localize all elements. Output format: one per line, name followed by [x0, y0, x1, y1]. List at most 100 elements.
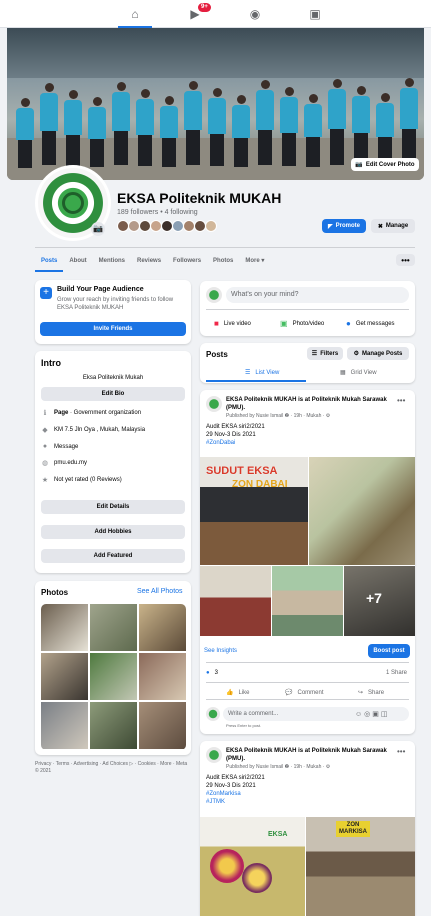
share-count[interactable]: 1 Share — [386, 670, 407, 676]
intro-details: ℹ Page · Government organization ◆ KM 7.5 J… — [41, 409, 185, 493]
more-options-button[interactable]: ••• — [396, 254, 415, 266]
edit-cover-button[interactable]: 📷 Edit Cover Photo — [351, 158, 419, 171]
intro-item[interactable]: ● Message — [41, 443, 185, 450]
camera-icon[interactable]: 📷 — [91, 222, 105, 236]
see-all-photos-link[interactable]: See All Photos — [137, 588, 183, 595]
photo-icon: ▣ — [280, 319, 288, 328]
photo-thumbnail[interactable] — [139, 653, 186, 700]
add-hobbies-button[interactable]: Add Hobbies — [41, 525, 185, 539]
groups-icon[interactable]: ◉ — [248, 7, 262, 21]
tab-reviews[interactable]: Reviews — [131, 250, 167, 272]
intro-item: ◆ KM 7.5 Jln Oya , Mukah, Malaysia — [41, 426, 185, 434]
photo-thumbnail[interactable] — [139, 702, 186, 749]
more-photos-count[interactable]: +7 — [366, 590, 382, 606]
see-insights-link[interactable]: See Insights — [204, 648, 237, 654]
promote-button[interactable]: ◤ Promote — [322, 219, 366, 233]
star-icon: ★ — [41, 477, 49, 484]
person-figure — [15, 98, 35, 168]
add-icon: + — [40, 287, 52, 299]
photo-thumbnail[interactable] — [90, 702, 137, 749]
post-options-icon[interactable]: ••• — [397, 396, 405, 405]
person-figure — [183, 81, 203, 168]
chevron-down-icon: ▾ — [259, 258, 265, 264]
live-video-button[interactable]: ■ Live video — [214, 319, 251, 328]
photo-thumbnail[interactable] — [90, 653, 137, 700]
follower-stats[interactable]: 189 followers • 4 following — [117, 209, 198, 216]
post-header[interactable]: EKSA Politeknik MUKAH is at Politeknik M… — [226, 396, 391, 412]
photos-grid — [41, 604, 186, 750]
list-icon: ☰ — [245, 370, 251, 376]
follower-avatar[interactable] — [205, 220, 217, 232]
intro-item-text: Not yet rated (0 Reviews) — [54, 477, 122, 483]
list-view-tab[interactable]: ☰ List View — [245, 369, 279, 377]
active-view-indicator — [206, 380, 306, 382]
post-photo[interactable]: +7 — [344, 566, 415, 636]
post-photo[interactable] — [309, 457, 415, 565]
comment-button[interactable]: 💬 Comment — [285, 689, 324, 697]
camera-icon: 📷 — [355, 162, 363, 168]
grid-view-tab[interactable]: ▦ Grid View — [340, 369, 377, 377]
reaction-count[interactable]: ● 3 — [206, 670, 218, 676]
photo-thumbnail[interactable] — [41, 653, 88, 700]
composer-card: What's on your mind? ■ Live video ▣ Photo/… — [200, 281, 415, 336]
post-photo[interactable]: EKSA — [200, 817, 305, 916]
tab-mentions[interactable]: Mentions — [93, 250, 131, 272]
cover-photo[interactable]: 📷 Edit Cover Photo — [7, 28, 424, 180]
post-photo[interactable] — [200, 566, 271, 636]
divider — [206, 662, 409, 663]
tab-more[interactable]: More ▾ — [239, 250, 270, 272]
tab-followers[interactable]: Followers — [167, 250, 207, 272]
add-featured-button[interactable]: Add Featured — [41, 549, 185, 563]
edit-bio-button[interactable]: Edit Bio — [41, 387, 185, 401]
top-navigation: ⌂ ▶ 9+ ◉ ▣ — [0, 0, 431, 28]
post-photo[interactable]: ZON MARKISA — [306, 817, 415, 916]
avatar[interactable] — [206, 396, 222, 412]
invite-friends-button[interactable]: Invite Friends — [40, 322, 186, 336]
divider — [206, 682, 409, 683]
photo-thumbnail[interactable] — [41, 604, 88, 651]
build-audience-card: + Build Your Page Audience Grow your rea… — [35, 280, 191, 344]
globe-icon: ◍ — [41, 460, 49, 467]
comment-tools-icons[interactable]: ☺◎▣◫ — [355, 710, 389, 718]
photo-video-button[interactable]: ▣ Photo/video — [280, 319, 324, 328]
divider — [35, 247, 415, 248]
hashtag-link[interactable]: #ZonDabai — [206, 439, 265, 447]
person-figure — [303, 94, 323, 168]
person-figure — [279, 87, 299, 168]
intro-item-text: KM 7.5 Jln Oya , Mukah, Malaysia — [54, 427, 145, 433]
photo-thumbnail[interactable] — [41, 702, 88, 749]
hashtag-link[interactable]: #JTMK — [206, 798, 265, 806]
gaming-icon[interactable]: ▣ — [308, 7, 322, 21]
post-meta: Published by Nusie Ismail ❷ · 19h · Muka… — [226, 764, 331, 770]
intro-item: ℹ Page · Government organization — [41, 409, 185, 417]
get-messages-button[interactable]: ● Get messages — [346, 319, 395, 328]
post-header[interactable]: EKSA Politeknik MUKAH is at Politeknik M… — [226, 747, 391, 763]
avatar[interactable] — [206, 747, 222, 763]
filters-button[interactable]: ☰ Filters — [307, 347, 343, 360]
person-figure — [255, 80, 275, 168]
tab-posts[interactable]: Posts — [35, 250, 64, 272]
footer-links[interactable]: Privacy · Terms · Advertising · Ad Choic… — [35, 761, 191, 775]
banner-text: SUDUT EKSA — [206, 465, 278, 477]
boost-post-button[interactable]: Boost post — [368, 644, 410, 658]
post-photo[interactable] — [272, 566, 343, 636]
follower-avatars[interactable] — [117, 220, 227, 232]
gear-icon: ⚙ — [353, 351, 360, 357]
hashtag-link[interactable]: #ZonMarkisa — [206, 790, 265, 798]
home-icon[interactable]: ⌂ — [128, 7, 142, 21]
manage-button[interactable]: ✖ Manage — [371, 219, 415, 233]
tab-about[interactable]: About — [63, 250, 92, 272]
posts-title: Posts — [206, 350, 228, 359]
edit-details-button[interactable]: Edit Details — [41, 500, 185, 514]
manage-posts-button[interactable]: ⚙ Manage Posts — [347, 347, 409, 360]
photo-thumbnail[interactable] — [90, 604, 137, 651]
share-icon: ↪ — [358, 690, 364, 696]
post-options-icon[interactable]: ••• — [397, 747, 405, 756]
post-photo[interactable]: SUDUT EKSA ZON DABAI — [200, 457, 308, 565]
like-button[interactable]: 👍 Like — [226, 689, 250, 697]
share-button[interactable]: ↪ Share — [358, 689, 384, 697]
composer-input[interactable]: What's on your mind? — [226, 287, 409, 303]
photo-thumbnail[interactable] — [139, 604, 186, 651]
intro-item[interactable]: ◍ pmu.edu.my — [41, 459, 185, 467]
tab-photos[interactable]: Photos — [207, 250, 239, 272]
